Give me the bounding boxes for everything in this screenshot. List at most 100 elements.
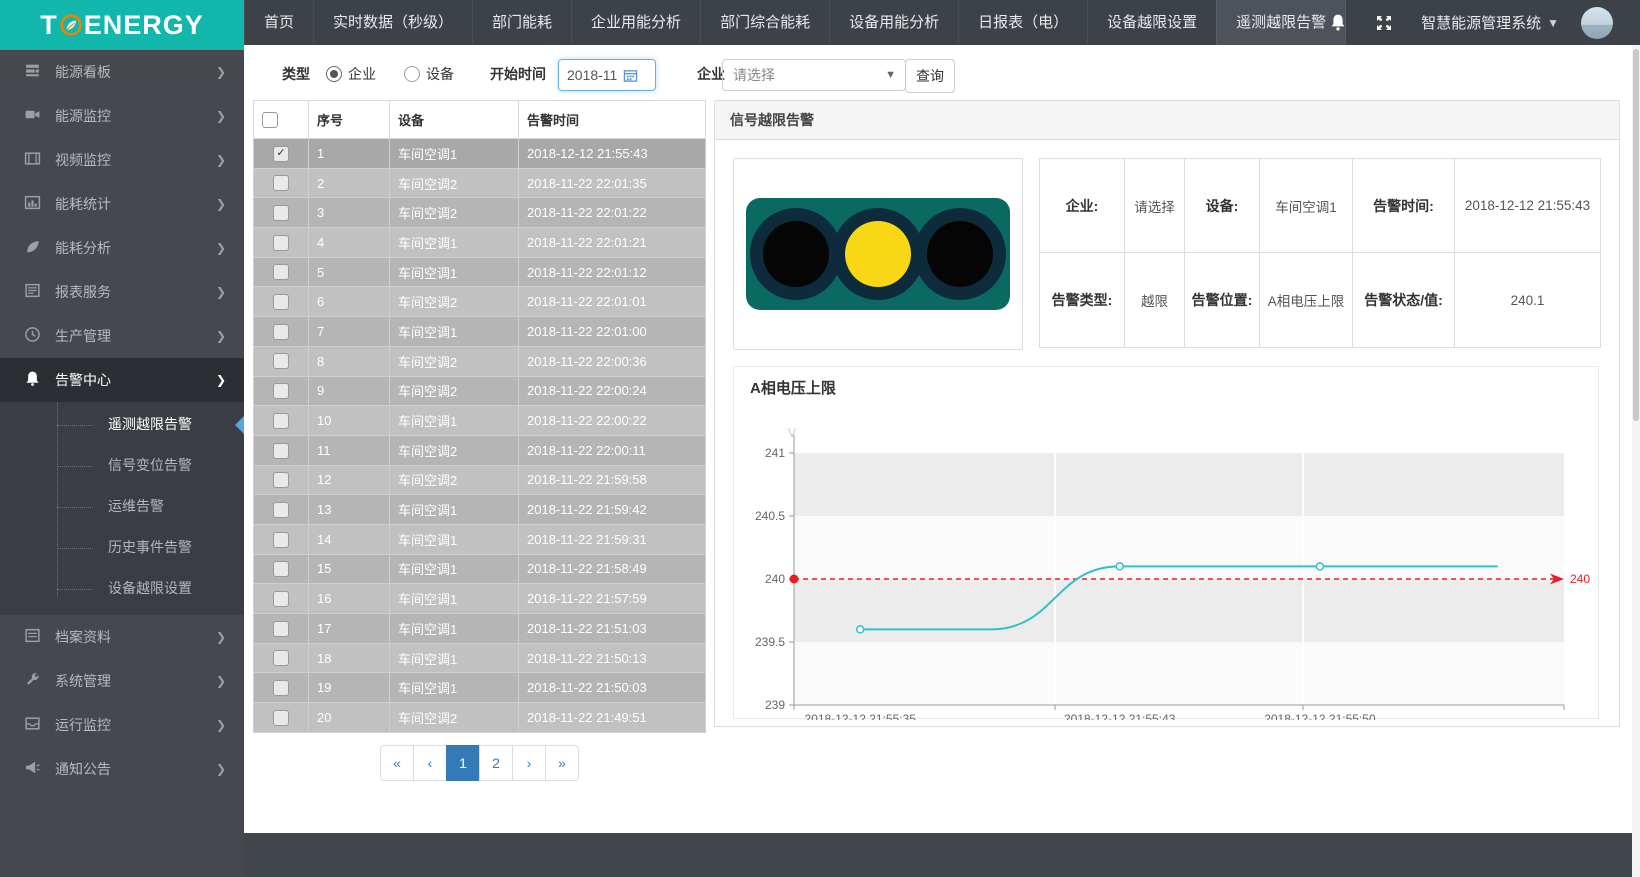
table-row[interactable]: 7车间空调12018-11-22 22:01:00 <box>254 317 706 347</box>
row-checkbox[interactable] <box>273 502 289 518</box>
fullscreen-icon[interactable] <box>1375 14 1393 32</box>
page-prev-button[interactable]: ‹ <box>413 745 447 781</box>
nav-dept-comprehensive[interactable]: 部门综合能耗 <box>700 0 829 45</box>
info-type-value: 越限 <box>1125 253 1185 347</box>
table-row[interactable]: 6车间空调22018-11-22 22:01:01 <box>254 287 706 317</box>
table-row[interactable]: 17车间空调12018-11-22 21:51:03 <box>254 614 706 644</box>
row-seq: 8 <box>309 346 390 376</box>
sidebar-item-production-management[interactable]: 生产管理❯ <box>0 314 244 358</box>
row-checkbox[interactable] <box>273 175 289 191</box>
table-row[interactable]: 5车间空调12018-11-22 22:01:12 <box>254 257 706 287</box>
row-checkbox[interactable] <box>273 591 289 607</box>
page-last-button[interactable]: » <box>545 745 579 781</box>
table-row[interactable]: 3车间空调22018-11-22 22:01:22 <box>254 198 706 228</box>
row-checkbox[interactable] <box>273 710 289 726</box>
page-2-button[interactable]: 2 <box>479 745 513 781</box>
traffic-lamp-off <box>927 221 993 287</box>
table-row[interactable]: 19车间空调12018-11-22 21:50:03 <box>254 673 706 703</box>
sidebar-item-energy-dashboard[interactable]: 能源看板❯ <box>0 50 244 94</box>
sidebar-item-system-management[interactable]: 系统管理❯ <box>0 659 244 703</box>
row-device: 车间空调1 <box>390 614 519 644</box>
page-scrollbar[interactable] <box>1632 45 1640 877</box>
system-name-menu[interactable]: 智慧能源管理系统 <box>1421 12 1541 33</box>
table-row[interactable]: 15车间空调12018-11-22 21:58:49 <box>254 554 706 584</box>
row-device: 车间空调2 <box>390 435 519 465</box>
nav-enterprise-analysis[interactable]: 企业用能分析 <box>571 0 700 45</box>
page-next-button[interactable]: › <box>512 745 546 781</box>
chevron-down-icon[interactable]: ▼ <box>1547 16 1559 30</box>
page-first-button[interactable]: « <box>380 745 414 781</box>
nav-telemetry-limit-alarm[interactable]: 遥测越限告警 <box>1216 0 1346 45</box>
row-checkbox[interactable] <box>273 472 289 488</box>
table-row[interactable]: 20车间空调22018-11-22 21:49:51 <box>254 703 706 733</box>
row-checkbox[interactable]: ✓ <box>273 146 289 162</box>
sidebar-item-video-monitoring[interactable]: 视频监控❯ <box>0 138 244 182</box>
scrollbar-thumb[interactable] <box>1633 49 1639 421</box>
row-checkbox[interactable] <box>273 353 289 369</box>
nav-home[interactable]: 首页 <box>244 0 313 45</box>
row-checkbox[interactable] <box>273 383 289 399</box>
calendar-icon[interactable] <box>623 68 638 83</box>
radio-enterprise[interactable]: 企业 <box>326 64 376 84</box>
sidebar-item-signal-change-alarm[interactable]: 信号变位告警 <box>0 445 244 486</box>
sidebar-item-alarm-center[interactable]: 告警中心❯ <box>0 358 244 402</box>
alarm-table-body: ✓1车间空调12018-12-12 21:55:432车间空调22018-11-… <box>254 139 706 733</box>
row-checkbox[interactable] <box>273 264 289 280</box>
traffic-lamp-off <box>763 221 829 287</box>
sidebar-item-report-service[interactable]: 报表服务❯ <box>0 270 244 314</box>
nav-realtime-data[interactable]: 实时数据（秒级） <box>313 0 472 45</box>
sidebar-item-telemetry-limit-alarm[interactable]: 遥测越限告警 <box>0 404 244 445</box>
query-button[interactable]: 查询 <box>905 59 955 93</box>
table-row[interactable]: 4车间空调12018-11-22 22:01:21 <box>254 228 706 258</box>
row-checkbox[interactable] <box>273 413 289 429</box>
row-checkbox[interactable] <box>273 324 289 340</box>
page-1-button[interactable]: 1 <box>446 745 480 781</box>
nav-dept-energy[interactable]: 部门能耗 <box>472 0 571 45</box>
sidebar-item-device-limit-settings[interactable]: 设备越限设置 <box>0 568 244 609</box>
table-row[interactable]: 18车间空调12018-11-22 21:50:13 <box>254 643 706 673</box>
svg-text:240.5: 240.5 <box>755 509 785 523</box>
row-checkbox[interactable] <box>273 680 289 696</box>
table-row[interactable]: 11车间空调22018-11-22 22:00:11 <box>254 435 706 465</box>
row-checkbox[interactable] <box>273 532 289 548</box>
row-checkbox[interactable] <box>273 235 289 251</box>
select-all-checkbox[interactable] <box>262 112 278 128</box>
sidebar-item-energy-analysis[interactable]: 能耗分析❯ <box>0 226 244 270</box>
table-row[interactable]: 13车间空调12018-11-22 21:59:42 <box>254 495 706 525</box>
start-time-input[interactable]: 2018-11 <box>558 59 656 91</box>
row-seq: 14 <box>309 524 390 554</box>
enterprise-select[interactable]: 请选择 ▼ <box>722 59 906 91</box>
nav-daily-report[interactable]: 日报表（电） <box>958 0 1087 45</box>
row-device: 车间空调2 <box>390 465 519 495</box>
chevron-down-icon: ❯ <box>216 197 226 211</box>
row-checkbox[interactable] <box>273 621 289 637</box>
sidebar-item-archives[interactable]: 档案资料❯ <box>0 615 244 659</box>
row-checkbox[interactable] <box>273 294 289 310</box>
table-row[interactable]: 2车间空调22018-11-22 22:01:35 <box>254 168 706 198</box>
row-checkbox[interactable] <box>273 561 289 577</box>
notification-bell-icon[interactable] <box>1329 13 1347 32</box>
table-row[interactable]: 12车间空调22018-11-22 21:59:58 <box>254 465 706 495</box>
table-row[interactable]: ✓1车间空调12018-12-12 21:55:43 <box>254 139 706 169</box>
row-checkbox[interactable] <box>273 205 289 221</box>
sidebar-item-energy-statistics[interactable]: 能耗统计❯ <box>0 182 244 226</box>
row-checkbox[interactable] <box>273 650 289 666</box>
sidebar-item-history-event-alarm[interactable]: 历史事件告警 <box>0 527 244 568</box>
sidebar-item-energy-monitoring[interactable]: 能源监控❯ <box>0 94 244 138</box>
sidebar-item-notices[interactable]: 通知公告❯ <box>0 747 244 791</box>
radio-device[interactable]: 设备 <box>404 64 454 84</box>
start-time-label: 开始时间 <box>490 64 546 84</box>
type-label: 类型 <box>282 64 310 84</box>
table-row[interactable]: 16车间空调12018-11-22 21:57:59 <box>254 584 706 614</box>
row-checkbox[interactable] <box>273 443 289 459</box>
table-row[interactable]: 9车间空调22018-11-22 22:00:24 <box>254 376 706 406</box>
sidebar-item-operation-monitoring[interactable]: 运行监控❯ <box>0 703 244 747</box>
nav-device-analysis[interactable]: 设备用能分析 <box>829 0 958 45</box>
nav-device-limit-settings[interactable]: 设备越限设置 <box>1087 0 1216 45</box>
row-alarm-time: 2018-11-22 22:01:35 <box>519 168 706 198</box>
sidebar-item-ops-alarm[interactable]: 运维告警 <box>0 486 244 527</box>
table-row[interactable]: 8车间空调22018-11-22 22:00:36 <box>254 346 706 376</box>
user-avatar[interactable] <box>1581 7 1613 39</box>
table-row[interactable]: 14车间空调12018-11-22 21:59:31 <box>254 524 706 554</box>
table-row[interactable]: 10车间空调12018-11-22 22:00:22 <box>254 406 706 436</box>
